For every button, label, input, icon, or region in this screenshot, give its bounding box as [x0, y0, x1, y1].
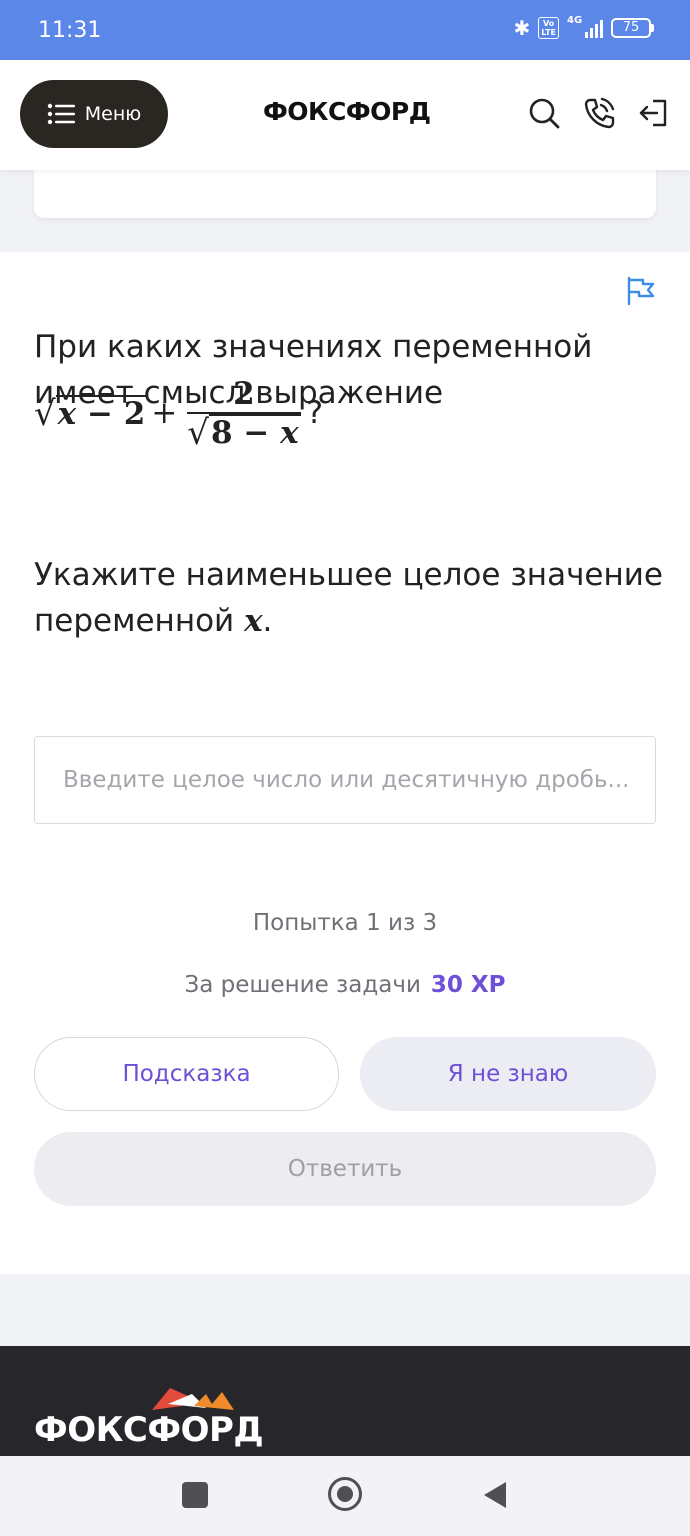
status-bar: 11:31 ✱ Vo LTE 4G 75	[0, 0, 690, 60]
plus-sign: +	[151, 395, 178, 432]
prompt-text: Укажите наименьшее целое значение переме…	[34, 552, 664, 644]
attempt-counter: Попытка 1 из 3	[252, 910, 438, 936]
prompt-end: .	[262, 603, 273, 639]
sqrt-term: √ x − 2	[34, 394, 148, 435]
battery-level: 75	[611, 18, 651, 38]
task-card: При каких значениях переменной имеет смы…	[0, 252, 690, 1274]
question-line-2: √ x − 2 + 2 √ 8 − x ?	[34, 370, 323, 450]
status-icons: ✱ Vo LTE 4G 75	[513, 15, 654, 40]
phone-icon[interactable]	[582, 96, 616, 130]
search-icon[interactable]	[527, 96, 561, 130]
list-menu-icon	[47, 103, 75, 125]
footer-logo[interactable]: ФОКСФОРД	[34, 1410, 264, 1450]
system-nav-bar	[0, 1456, 690, 1536]
reward-xp: 30 XP	[430, 972, 506, 998]
answer-input[interactable]	[34, 736, 656, 824]
prompt-sentence: Укажите наименьшее целое значение переме…	[34, 557, 663, 639]
recents-button[interactable]	[182, 1482, 208, 1508]
fraction-denominator: √ 8 − x	[187, 413, 301, 454]
hint-button[interactable]: Подсказка	[34, 1037, 339, 1111]
menu-button[interactable]: Меню	[20, 80, 168, 148]
site-footer: ФОКСФОРД	[0, 1346, 690, 1456]
fraction: 2 √ 8 − x	[187, 376, 301, 454]
question-expression: √ x − 2 + 2 √ 8 − x ?	[34, 376, 323, 450]
den-var: x	[280, 415, 299, 451]
signal-icon: 4G	[567, 15, 603, 38]
fraction-numerator: 2	[187, 376, 301, 414]
volte-icon: Vo LTE	[538, 17, 559, 39]
reward-info: За решение задачи 30 XP	[0, 972, 690, 998]
app-header: Меню ФОКСФОРД	[0, 60, 690, 170]
sqrt-rest: − 2	[76, 396, 146, 432]
sqrt-var: x	[57, 396, 77, 432]
den-rest: 8 −	[210, 415, 281, 451]
menu-label: Меню	[84, 103, 142, 125]
submit-button[interactable]: Ответить	[34, 1132, 656, 1206]
battery-icon: 75	[611, 18, 654, 38]
prompt-var: x	[244, 603, 263, 639]
status-time: 11:31	[38, 18, 102, 43]
foxford-logo[interactable]: ФОКСФОРД	[263, 97, 431, 126]
reward-label: За решение задачи	[184, 972, 421, 998]
network-type-label: 4G	[567, 15, 583, 26]
question-mark: ?	[306, 395, 324, 432]
logout-icon[interactable]	[637, 96, 671, 130]
bluetooth-icon: ✱	[513, 16, 531, 40]
back-button[interactable]	[484, 1482, 506, 1508]
report-flag-icon[interactable]	[626, 276, 656, 306]
home-button[interactable]	[328, 1477, 362, 1511]
dont-know-button[interactable]: Я не знаю	[360, 1037, 656, 1111]
